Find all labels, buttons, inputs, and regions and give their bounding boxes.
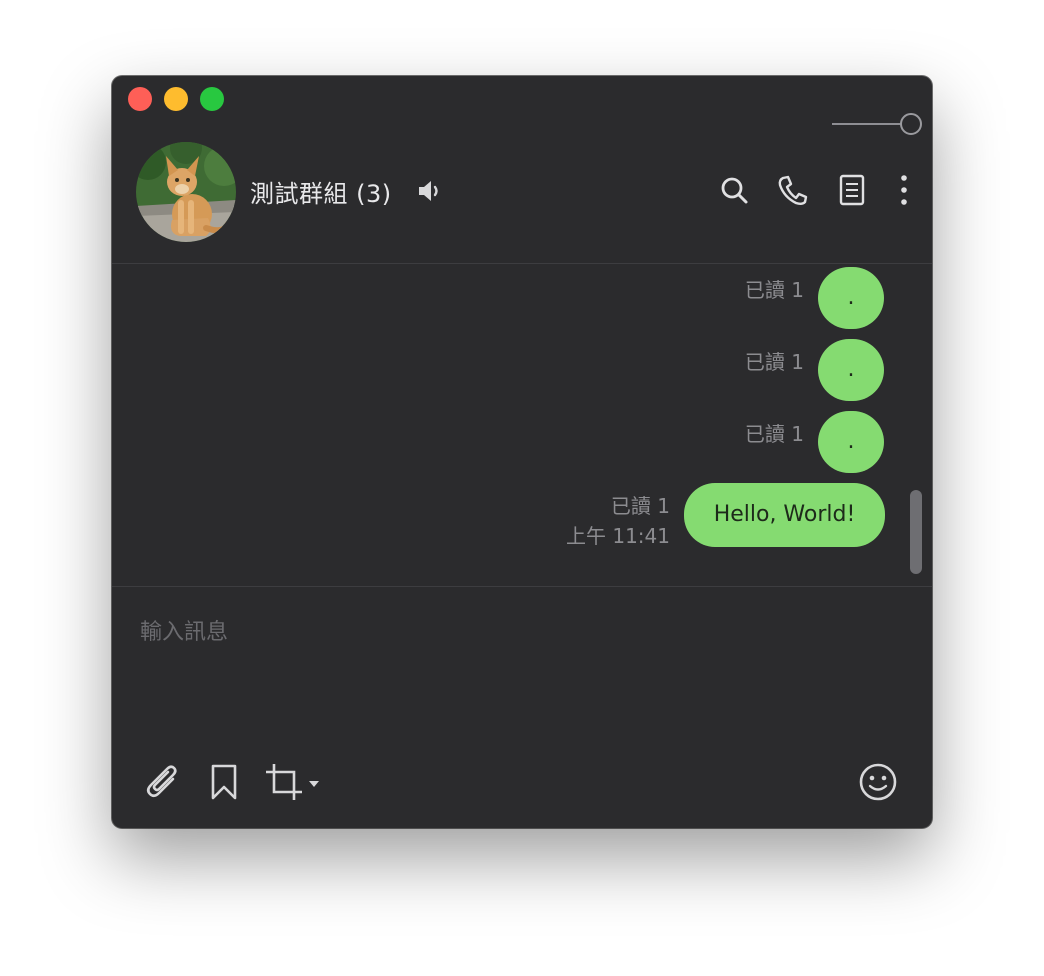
search-icon[interactable] <box>718 172 750 208</box>
paperclip-icon[interactable] <box>144 762 184 802</box>
read-receipt: 已讀 1 <box>610 494 670 518</box>
chat-header: 測試群組 (3) <box>112 136 932 262</box>
close-button[interactable] <box>128 87 152 111</box>
slider-knob[interactable] <box>900 113 922 135</box>
opacity-slider[interactable] <box>830 112 922 136</box>
group-avatar[interactable] <box>136 142 236 242</box>
read-receipt: 已讀 1 <box>744 350 804 374</box>
cat-photo <box>136 142 236 242</box>
bookmark-icon[interactable] <box>204 762 244 802</box>
maximize-button[interactable] <box>200 87 224 111</box>
message-timestamp: 上午 11:41 <box>566 524 670 548</box>
message-list[interactable]: 已讀 1 . 已讀 1 . 已讀 1 . 已讀 1 上午 11:41 Hello… <box>112 264 932 586</box>
read-receipt: 已讀 1 <box>744 278 804 302</box>
input-divider <box>112 586 932 587</box>
notes-icon[interactable] <box>836 172 868 208</box>
message-input[interactable]: 輸入訊息 <box>140 614 228 646</box>
message-bubble[interactable]: . <box>818 411 884 473</box>
read-receipt: 已讀 1 <box>744 422 804 446</box>
scrollbar[interactable] <box>910 490 922 574</box>
more-icon[interactable] <box>888 172 920 208</box>
message-bubble[interactable]: . <box>818 339 884 401</box>
message-bubble[interactable]: Hello, World! <box>684 483 885 547</box>
slider-track <box>832 123 902 125</box>
speaker-icon[interactable] <box>416 177 444 205</box>
chat-title[interactable]: 測試群組 (3) <box>250 174 392 209</box>
phone-icon[interactable] <box>776 172 808 208</box>
emoji-icon[interactable] <box>858 762 898 802</box>
minimize-button[interactable] <box>164 87 188 111</box>
crop-icon[interactable] <box>264 762 324 802</box>
chat-window: 測試群組 (3) 已讀 1 . 已讀 1 . 已讀 1 . 已讀 1 上午 11… <box>112 76 932 828</box>
message-input-area[interactable]: 輸入訊息 <box>112 588 932 828</box>
message-bubble[interactable]: . <box>818 267 884 329</box>
